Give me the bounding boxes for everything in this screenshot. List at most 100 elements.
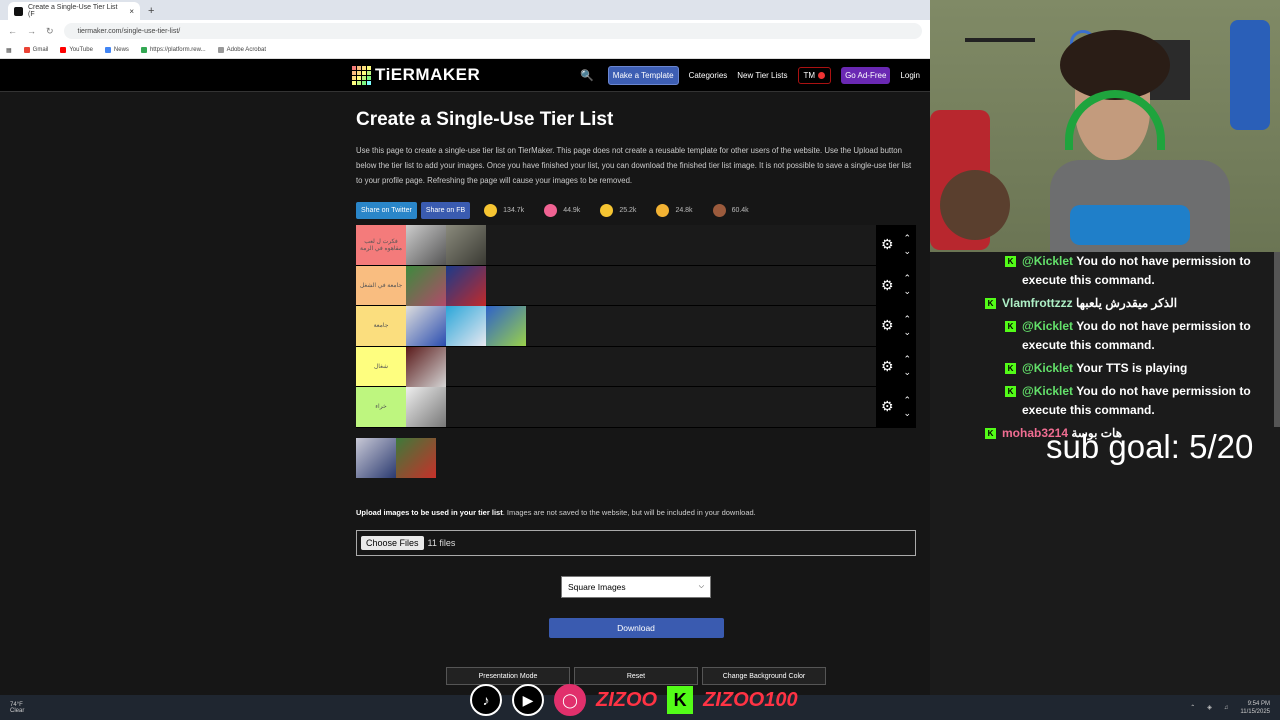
- tier-label[interactable]: جامعة: [356, 306, 406, 346]
- bookmark-gmail[interactable]: Gmail: [23, 47, 48, 53]
- tier-image[interactable]: [446, 306, 486, 346]
- chevron-down-icon[interactable]: ⌄: [903, 407, 911, 420]
- tier-items[interactable]: [406, 306, 876, 346]
- chevron-down-icon[interactable]: ⌄: [903, 326, 911, 339]
- pool-image[interactable]: [396, 437, 436, 478]
- adobe-icon: [217, 47, 224, 53]
- tier-image[interactable]: [406, 225, 446, 265]
- tier-image[interactable]: [486, 306, 526, 346]
- wifi-icon[interactable]: ◈: [1207, 704, 1212, 711]
- page-title: Create a Single-Use Tier List: [356, 109, 614, 130]
- tier-image[interactable]: [406, 346, 446, 387]
- chevron-up-icon[interactable]: ⌃: [903, 232, 911, 245]
- gear-icon[interactable]: ⚙: [881, 236, 894, 253]
- poop-emoji-icon: [712, 204, 726, 217]
- chevron-up-icon[interactable]: ⌃: [1190, 704, 1195, 711]
- tier-controls: ⚙ ⌃ ⌄: [876, 225, 916, 265]
- tier-row: خراء ⚙ ⌃ ⌄: [356, 387, 916, 428]
- ad-free-button[interactable]: Go Ad-Free: [841, 66, 891, 84]
- presentation-mode-button[interactable]: Presentation Mode: [446, 667, 570, 685]
- forward-icon[interactable]: →: [27, 26, 36, 36]
- apps-grid-icon[interactable]: ▦: [6, 47, 12, 54]
- tier-image[interactable]: [406, 387, 446, 427]
- tier-items[interactable]: [406, 346, 876, 387]
- reactions: 134.7k 44.9k 25.2k 24.8k 60.4k: [484, 204, 749, 217]
- tier-label[interactable]: خراء: [356, 387, 406, 427]
- gear-icon[interactable]: ⚙: [881, 358, 894, 375]
- tier-controls: ⚙ ⌃ ⌄: [876, 346, 916, 386]
- bookmark-news[interactable]: News: [104, 47, 129, 53]
- share-fb-button[interactable]: Share on FB: [420, 202, 471, 219]
- url-field[interactable]: tiermaker.com/single-use-tier-list/: [63, 23, 922, 39]
- kick-badge-icon: K: [1005, 256, 1016, 267]
- volume-icon[interactable]: ♫: [1224, 705, 1229, 711]
- chevron-down-icon[interactable]: ⌄: [903, 366, 911, 379]
- tier-label[interactable]: فكرت ل لعب مقاهوه في الرمة: [356, 225, 406, 265]
- make-template-button[interactable]: Make a Template: [607, 65, 679, 85]
- image-shape-select[interactable]: Square Images ⌵: [561, 575, 711, 598]
- tier-image[interactable]: [406, 306, 446, 346]
- chevron-up-icon[interactable]: ⌃: [903, 313, 911, 326]
- system-tray: ⌃ ◈ ♫ 9:54 PM 11/15/2025: [1190, 700, 1270, 716]
- bookmark-adobe[interactable]: Adobe Acrobat: [217, 47, 266, 53]
- tier-items[interactable]: [406, 387, 876, 427]
- pool-image[interactable]: [356, 437, 396, 478]
- clap-emoji-icon: [656, 204, 670, 217]
- tier-image[interactable]: [446, 265, 486, 306]
- chevron-up-icon[interactable]: ⌃: [903, 272, 911, 285]
- change-bg-color-button[interactable]: Change Background Color: [702, 667, 826, 685]
- site-header: TiERMAKER 🔍 Make a Template Categories N…: [0, 59, 930, 92]
- logo-text: TiERMAKER: [375, 65, 481, 84]
- browser-tab[interactable]: Create a Single-Use Tier List (F ×: [8, 2, 140, 20]
- reaction-poop[interactable]: 60.4k: [712, 204, 749, 217]
- file-upload-field[interactable]: Choose Files 11 files: [356, 529, 916, 556]
- download-button[interactable]: Download: [548, 617, 724, 638]
- reaction-clap[interactable]: 24.8k: [656, 204, 693, 217]
- clock[interactable]: 9:54 PM 11/15/2025: [1240, 700, 1270, 716]
- instagram-icon: ◯: [554, 684, 586, 716]
- reaction-smile[interactable]: 134.7k: [484, 204, 524, 217]
- back-icon[interactable]: ←: [8, 26, 17, 36]
- search-icon[interactable]: 🔍: [580, 69, 594, 82]
- reaction-laugh[interactable]: 25.2k: [600, 204, 636, 217]
- choose-files-button[interactable]: Choose Files: [361, 535, 424, 550]
- sub-goal-overlay: sub goal: 5/20: [1046, 428, 1254, 465]
- address-bar-row: ← → ↻ tiermaker.com/single-use-tier-list…: [0, 20, 930, 42]
- tier-items[interactable]: [406, 225, 876, 265]
- tier-row: جامعة في الشغل ⚙ ⌃ ⌄: [356, 265, 916, 306]
- categories-link[interactable]: Categories: [689, 71, 728, 80]
- new-tab-icon[interactable]: +: [148, 5, 154, 17]
- tier-label[interactable]: شغال: [356, 346, 406, 386]
- gmail-icon: [23, 47, 30, 53]
- chevron-down-icon[interactable]: ⌄: [903, 245, 911, 258]
- tier-image[interactable]: [406, 265, 446, 306]
- new-tier-lists-link[interactable]: New Tier Lists: [737, 71, 787, 80]
- platform-icon: [140, 47, 147, 53]
- weather-widget[interactable]: 74°F Clear: [10, 702, 24, 714]
- chevron-up-icon[interactable]: ⌃: [903, 353, 911, 366]
- wall-sword: [965, 38, 1035, 42]
- heart-eyes-emoji-icon: [544, 204, 558, 217]
- chat-username: @Kicklet: [1022, 384, 1074, 398]
- reaction-heart-eyes[interactable]: 44.9k: [544, 204, 580, 217]
- tier-image[interactable]: [446, 225, 486, 265]
- login-link[interactable]: Login: [900, 71, 920, 80]
- bookmark-youtube[interactable]: YouTube: [60, 47, 93, 53]
- chevron-up-icon[interactable]: ⌃: [903, 394, 911, 407]
- reset-button[interactable]: Reset: [574, 667, 698, 685]
- tm-live-button[interactable]: TM: [797, 66, 832, 84]
- bookmark-platform[interactable]: https://platform.rew...: [140, 47, 206, 53]
- tiermaker-logo[interactable]: TiERMAKER: [352, 65, 480, 85]
- share-twitter-button[interactable]: Share on Twitter: [356, 202, 417, 219]
- tier-label[interactable]: جامعة في الشغل: [356, 265, 406, 305]
- gear-icon[interactable]: ⚙: [881, 398, 894, 415]
- reload-icon[interactable]: ↻: [46, 26, 54, 37]
- unranked-pool: [356, 437, 916, 478]
- tier-items[interactable]: [406, 265, 876, 306]
- close-tab-icon[interactable]: ×: [129, 7, 134, 16]
- chat-username: @Kicklet: [1022, 319, 1074, 333]
- chevron-down-icon[interactable]: ⌄: [903, 285, 911, 298]
- gear-icon[interactable]: ⚙: [881, 317, 894, 334]
- gear-icon[interactable]: ⚙: [881, 277, 894, 294]
- chat-scrollbar[interactable]: [1274, 252, 1280, 427]
